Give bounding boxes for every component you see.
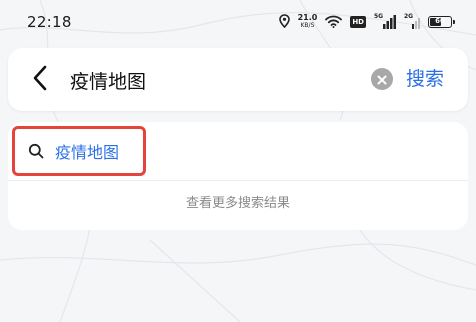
net-speed-value: 21.0 [297,13,318,22]
net-speed-unit: KB/S [300,22,315,29]
search-input[interactable] [70,64,360,96]
signal-icon: 2G [404,13,420,29]
status-time: 22:18 [27,13,72,31]
search-submit-button[interactable]: 搜索 [406,64,444,94]
wifi-icon [325,13,343,32]
status-icons: 21.0 KB/S HD 5G 2G 60 [278,13,455,32]
back-button[interactable] [28,65,52,95]
more-results-link[interactable]: 查看更多搜索结果 [8,192,468,211]
net-speed: 21.0 KB/S [298,14,318,30]
status-bar: 22:18 21.0 KB/S HD 5G 2G 60 [0,0,476,40]
suggestion-item[interactable]: 疫情地图 [12,126,146,176]
battery-level: 60 [435,17,445,25]
clear-button[interactable] [371,68,393,90]
hd-badge: HD [350,16,366,28]
signal-icon: 5G [374,13,396,29]
clear-circle-icon [377,70,387,89]
location-icon [278,13,290,32]
chevron-left-icon [33,65,47,95]
search-results: 疫情地图 查看更多搜索结果 [8,122,468,230]
search-bar: 搜索 [8,48,468,111]
battery-icon: 60 [428,16,455,28]
divider [8,180,468,181]
search-icon [27,142,45,160]
suggestion-label: 疫情地图 [55,143,120,162]
